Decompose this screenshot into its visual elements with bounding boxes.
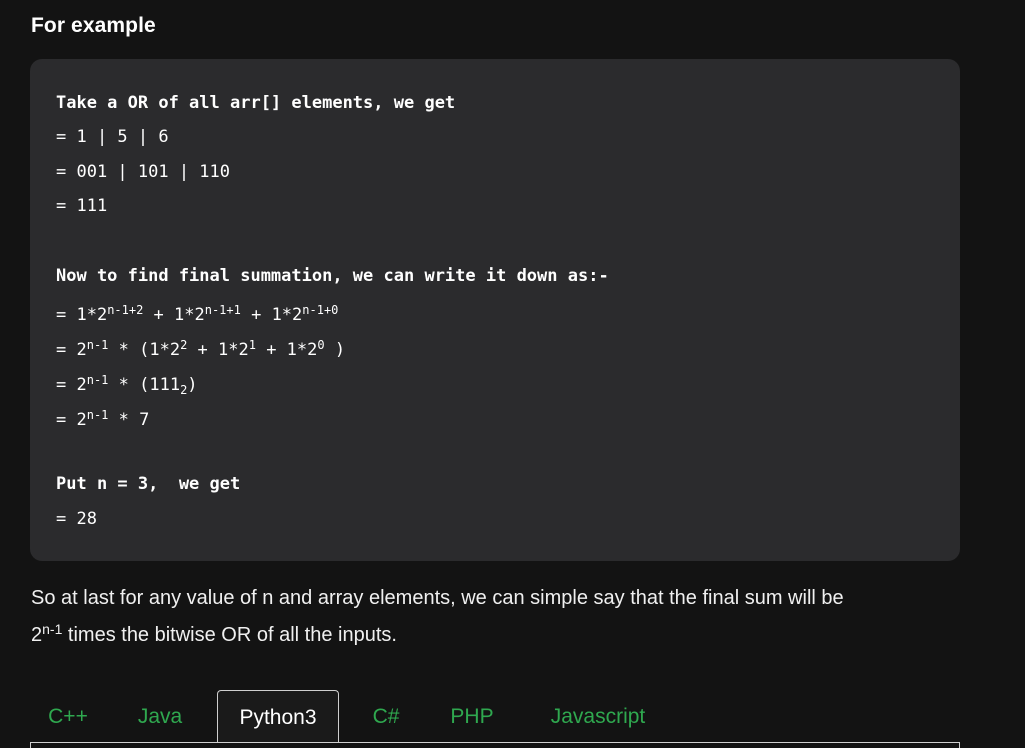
page: For example Take a OR of all arr[] eleme… xyxy=(0,0,1025,748)
conclusion-text-1: So at last for any value of n and array … xyxy=(31,587,844,609)
code-line-4: = 111 xyxy=(56,196,108,216)
tab-java[interactable]: Java xyxy=(122,690,198,746)
code-line-2: = 1 | 5 | 6 xyxy=(56,127,169,147)
code-panel xyxy=(30,743,960,748)
tab-python3[interactable]: Python3 xyxy=(217,690,339,747)
code-line-8: = 2n-1 * (1112) xyxy=(56,373,198,397)
tab-cpp[interactable]: C++ xyxy=(30,690,106,746)
language-tabs: C++ Java Python3 C# PHP Javascript xyxy=(30,690,960,748)
conclusion-base: 2 xyxy=(31,624,43,646)
code-line-5: Now to find final summation, we can writ… xyxy=(56,266,609,286)
code-line-9: = 2n-1 * 7 xyxy=(56,408,150,430)
tab-javascript[interactable]: Javascript xyxy=(530,690,666,746)
conclusion-exponent: n-1 xyxy=(42,621,63,637)
code-line-10: Put n = 3, we get xyxy=(56,474,241,494)
code-line-3: = 001 | 101 | 110 xyxy=(56,162,230,182)
code-line-1: Take a OR of all arr[] elements, we get xyxy=(56,93,456,113)
tab-php[interactable]: PHP xyxy=(436,690,508,746)
conclusion-paragraph: So at last for any value of n and array … xyxy=(31,580,971,654)
conclusion-text-2: times the bitwise OR of all the inputs. xyxy=(62,624,397,646)
code-line-7: = 2n-1 * (1*22 + 1*21 + 1*20 ) xyxy=(56,338,346,360)
code-line-11: = 28 xyxy=(56,509,97,529)
section-heading: For example xyxy=(31,14,156,37)
code-line-6: = 1*2n-1+2 + 1*2n-1+1 + 1*2n-1+0 xyxy=(56,303,339,325)
tab-csharp[interactable]: C# xyxy=(358,690,414,746)
